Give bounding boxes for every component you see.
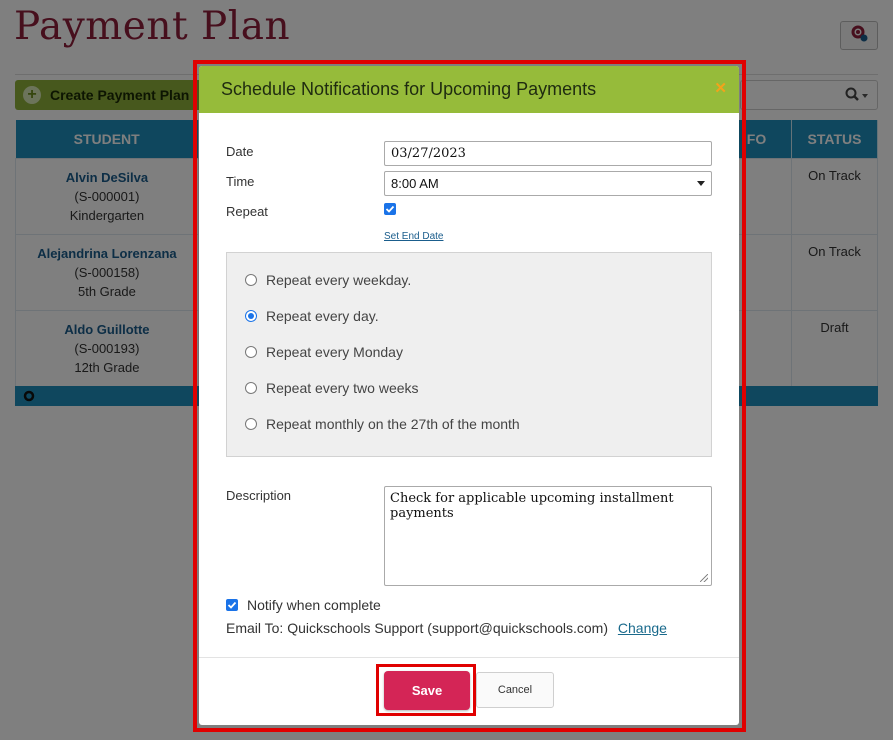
notify-when-complete-row[interactable]: Notify when complete bbox=[226, 597, 381, 613]
description-value: Check for applicable upcoming installmen… bbox=[390, 491, 674, 521]
email-to-row: Email To: Quickschools Support (support@… bbox=[226, 620, 667, 636]
repeat-label: Repeat bbox=[226, 204, 268, 219]
schedule-notifications-dialog: Schedule Notifications for Upcoming Paym… bbox=[199, 66, 739, 725]
repeat-options-panel: Repeat every weekday. Repeat every day. … bbox=[226, 252, 712, 457]
description-textarea[interactable]: Check for applicable upcoming installmen… bbox=[384, 486, 712, 586]
dialog-title: Schedule Notifications for Upcoming Paym… bbox=[221, 79, 597, 99]
notify-checkbox[interactable] bbox=[226, 599, 238, 611]
repeat-option-monthly[interactable]: Repeat monthly on the 27th of the month bbox=[245, 416, 520, 432]
repeat-checkbox[interactable] bbox=[384, 203, 396, 215]
save-button[interactable]: Save bbox=[384, 671, 470, 710]
repeat-option-label: Repeat every weekday. bbox=[266, 272, 412, 288]
checkmark-icon bbox=[385, 205, 395, 213]
repeat-option-label: Repeat monthly on the 27th of the month bbox=[266, 416, 520, 432]
date-label: Date bbox=[226, 144, 254, 159]
date-field[interactable]: 03/27/2023 bbox=[384, 141, 712, 166]
notify-label: Notify when complete bbox=[247, 597, 381, 613]
checkmark-icon bbox=[227, 601, 237, 609]
resize-handle-icon[interactable] bbox=[700, 574, 708, 582]
repeat-option-weekday[interactable]: Repeat every weekday. bbox=[245, 272, 411, 288]
radio-button[interactable] bbox=[245, 346, 257, 358]
set-end-date-link[interactable]: Set End Date bbox=[384, 231, 443, 242]
dialog-header: Schedule Notifications for Upcoming Paym… bbox=[199, 66, 739, 113]
repeat-option-label: Repeat every two weeks bbox=[266, 380, 419, 396]
repeat-option-label: Repeat every Monday bbox=[266, 344, 403, 360]
change-email-link[interactable]: Change bbox=[618, 620, 667, 636]
cancel-button[interactable]: Cancel bbox=[476, 672, 554, 708]
repeat-option-monday[interactable]: Repeat every Monday bbox=[245, 344, 403, 360]
time-select[interactable]: 8:00 AM bbox=[384, 171, 712, 196]
chevron-down-icon bbox=[697, 181, 705, 186]
description-label: Description bbox=[226, 488, 292, 503]
email-to-text: Email To: Quickschools Support (support@… bbox=[226, 620, 608, 636]
repeat-option-label: Repeat every day. bbox=[266, 308, 379, 324]
time-label: Time bbox=[226, 174, 255, 189]
radio-button[interactable] bbox=[245, 382, 257, 394]
repeat-option-day[interactable]: Repeat every day. bbox=[245, 308, 379, 324]
radio-button[interactable] bbox=[245, 274, 257, 286]
repeat-option-two-weeks[interactable]: Repeat every two weeks bbox=[245, 380, 419, 396]
radio-button[interactable] bbox=[245, 310, 257, 322]
radio-button[interactable] bbox=[245, 418, 257, 430]
time-select-value: 8:00 AM bbox=[391, 176, 439, 191]
close-icon[interactable]: ✕ bbox=[714, 79, 727, 97]
